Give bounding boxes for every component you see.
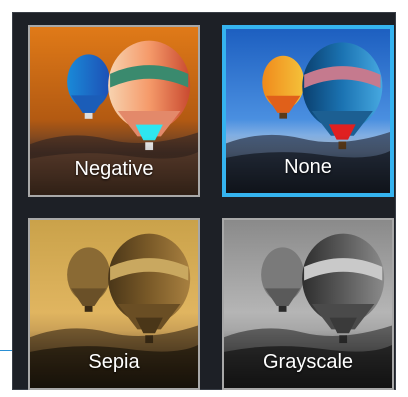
filter-tile-sepia[interactable]: Sepia [28,218,200,390]
filter-tile-grayscale[interactable]: Grayscale [222,218,394,390]
filter-label-none: None [284,156,332,178]
filter-tile-none[interactable]: None [222,25,394,197]
filter-label-negative: Negative [74,158,154,180]
filter-picker-panel: Negative None Sepia Grayscale [12,12,396,390]
filter-label-grayscale: Grayscale [262,351,354,373]
filter-label-sepia: Sepia [88,351,140,373]
filter-tile-negative[interactable]: Negative [28,25,200,197]
